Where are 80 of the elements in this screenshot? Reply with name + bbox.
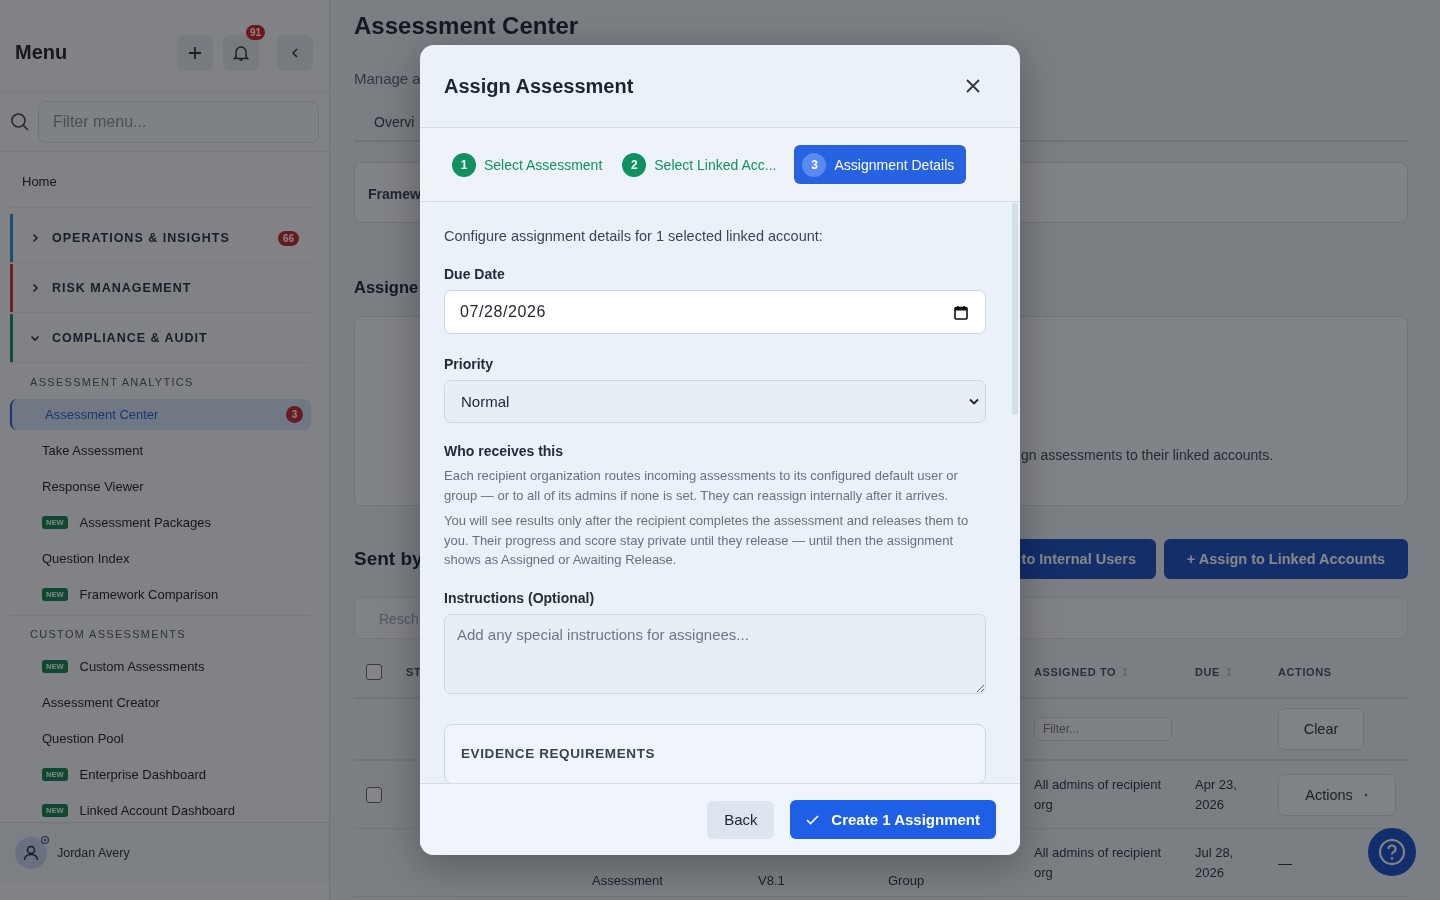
sort-icon: [1122, 667, 1129, 677]
count-badge: 3: [286, 406, 303, 423]
field-label: Priority: [444, 356, 494, 372]
help-text: You will see results only after the recipient completes the assessment and releases them to you. Their progress and score stay private until they release — until then the assignment shows as Assigned or Awaiting Release.: [444, 512, 970, 569]
filter-label: Framew: [368, 186, 421, 202]
table-cell: Assessment: [592, 873, 663, 888]
select-all-checkbox[interactable]: [366, 664, 382, 680]
column-header[interactable]: DUE: [1195, 666, 1233, 678]
group-heading: ASSESSMENT ANALYTICS: [29, 375, 195, 390]
user-name: Jordan Avery: [57, 845, 130, 860]
nav-item[interactable]: Assessment Center 3: [10, 399, 311, 430]
section-heading: Who receives this: [444, 443, 565, 459]
nav-item[interactable]: Take Assessment: [10, 432, 311, 468]
search-icon: [10, 111, 30, 132]
nav-item[interactable]: Question Index: [10, 540, 311, 576]
add-button[interactable]: [177, 34, 213, 71]
section-label[interactable]: COMPLIANCE & AUDIT: [52, 331, 311, 345]
help-icon: [1378, 838, 1406, 866]
close-icon: [966, 79, 980, 93]
step-number: 2: [622, 152, 647, 177]
nav-item[interactable]: Assessment Creator: [10, 684, 311, 720]
tab[interactable]: Overvi: [374, 114, 415, 130]
info-text: gn assessments to their linked accounts.: [1021, 447, 1274, 463]
column-header[interactable]: ST: [406, 666, 422, 678]
chevron-left-icon: [289, 46, 301, 59]
sort-icon: [1226, 667, 1233, 677]
row-checkbox[interactable]: [366, 786, 382, 803]
help-button[interactable]: [1368, 828, 1416, 876]
chevron-icon[interactable]: [30, 283, 40, 293]
check-icon: [806, 814, 820, 825]
section-heading: Assigne: [354, 277, 419, 297]
nav-item[interactable]: Response Viewer: [10, 468, 311, 504]
column-header[interactable]: ASSIGNED TO: [1034, 666, 1129, 678]
caret-icon: [1362, 791, 1369, 798]
column-filter-field[interactable]: Filter...: [1034, 717, 1172, 741]
menu-title: Menu: [15, 41, 68, 64]
due-date-field[interactable]: 07/28/2026: [444, 290, 986, 334]
instructions-field[interactable]: Add any special instructions for assignees...: [444, 613, 986, 694]
help-text: Each recipient organization routes incoming assessments to its configured default user or group — or to all of its admins if none is set. They can reassign internally after it arrives.: [444, 467, 959, 505]
create-button[interactable]: Create 1 Assignment: [790, 800, 996, 839]
plus-icon: [187, 44, 203, 61]
table-cell-text: Jul 28, 2026: [1195, 843, 1235, 882]
column-header[interactable]: ACTIONS: [1278, 666, 1332, 678]
table-cell-text: All admins of recipient org: [1034, 843, 1163, 882]
wizard-step[interactable]: 3 Assignment Details: [794, 145, 967, 184]
bell-icon: [232, 43, 250, 62]
step-number: 3: [802, 152, 827, 177]
assign-button[interactable]: + Assign to Linked Accounts: [1164, 539, 1408, 579]
notification-badge: 91: [245, 24, 265, 40]
field-label: Instructions (Optional): [444, 589, 596, 606]
chevron-icon[interactable]: [30, 233, 40, 243]
user-avatar[interactable]: [15, 836, 47, 869]
section-label[interactable]: RISK MANAGEMENT: [52, 281, 311, 295]
wizard-step[interactable]: 2 Select Linked Acc...: [622, 152, 777, 177]
modal-title: Assign Assessment: [444, 74, 634, 98]
priority-select[interactable]: Normal: [444, 380, 986, 423]
table-cell-text: Apr 23, 2026: [1195, 775, 1238, 814]
section-label[interactable]: OPERATIONS & INSIGHTS: [52, 231, 266, 245]
count-badge: 66: [277, 230, 299, 246]
nav-item[interactable]: Question Pool: [10, 720, 311, 756]
table-cell-text: All admins of recipient org: [1034, 775, 1163, 814]
back-button[interactable]: Back: [707, 800, 775, 839]
table-cell: —: [1278, 854, 1292, 871]
page-subtitle: Manage a: [354, 70, 421, 87]
card-heading: EVIDENCE REQUIREMENTS: [461, 745, 656, 761]
chevron-down-icon: [969, 398, 979, 405]
table-cell: V8.1: [758, 873, 785, 888]
field-label: Due Date: [444, 266, 506, 282]
table-cell: Group: [888, 873, 925, 888]
wizard-step[interactable]: 1 Select Assessment: [452, 152, 603, 177]
actions-button[interactable]: Actions: [1278, 773, 1396, 816]
page-title: Assessment Center: [354, 12, 579, 41]
chevron-icon[interactable]: [30, 333, 40, 343]
group-heading: CUSTOM ASSESSMENTS: [29, 627, 187, 642]
nav-link[interactable]: Home: [10, 164, 311, 208]
calendar-icon[interactable]: [954, 304, 968, 320]
intro-text: Configure assignment details for 1 selected linked account:: [444, 228, 824, 244]
notifications-button[interactable]: [223, 34, 259, 71]
clear-button[interactable]: Clear: [1278, 708, 1364, 750]
step-number: 1: [452, 152, 476, 177]
